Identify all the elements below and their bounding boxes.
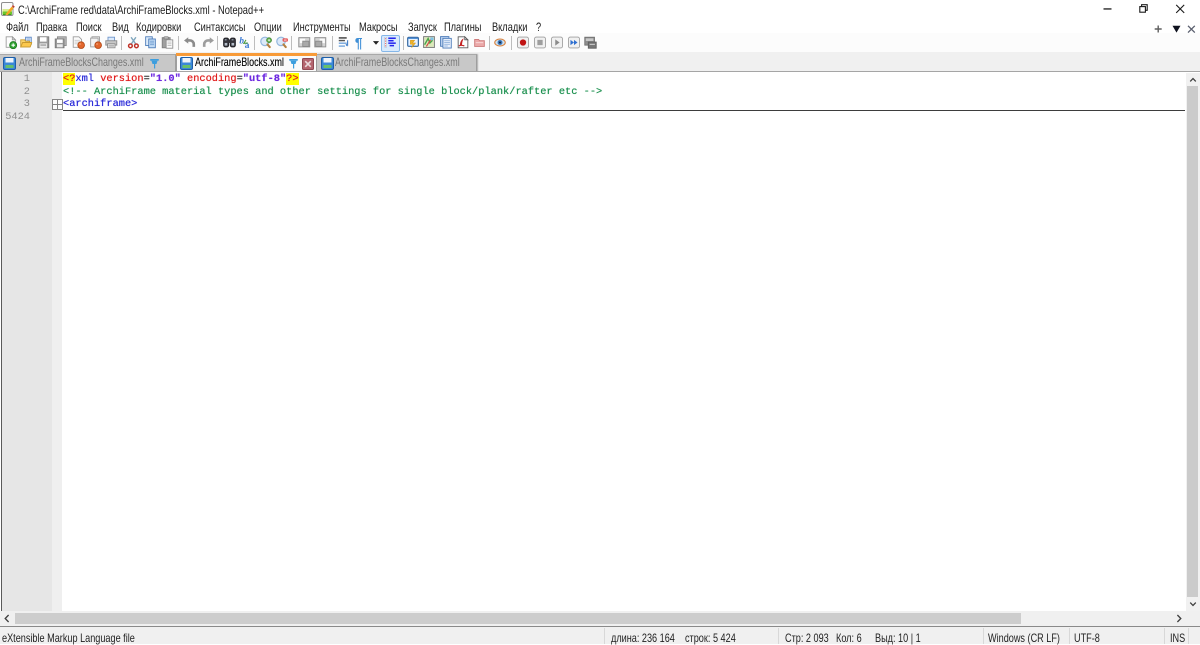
svg-text:b: b <box>239 36 244 45</box>
svg-text:¶: ¶ <box>355 36 363 50</box>
